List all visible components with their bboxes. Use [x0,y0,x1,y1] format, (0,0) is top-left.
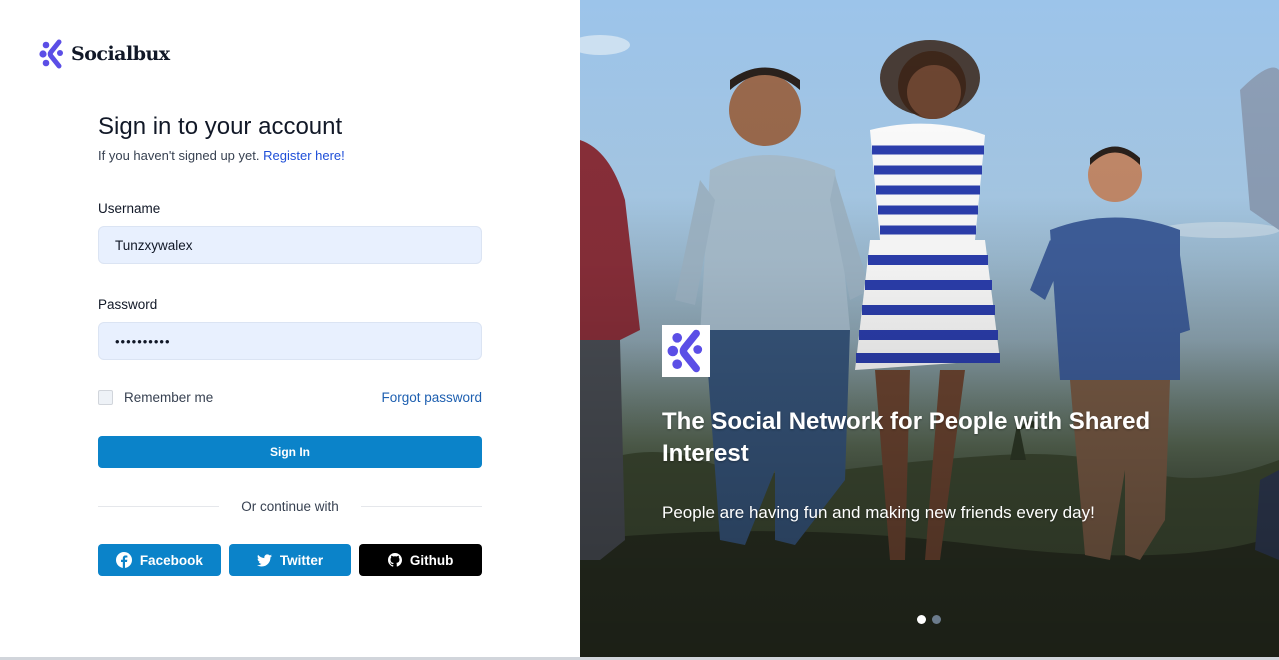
register-link[interactable]: Register here! [263,148,345,163]
social-login: Facebook Twitter Github [98,544,483,576]
brand[interactable]: Socialbux [39,39,170,69]
facebook-label: Facebook [139,552,203,568]
hero-text: People are having fun and making new fri… [662,503,1095,522]
twitter-button[interactable]: Twitter [228,544,352,576]
carousel-dot-2[interactable] [932,615,941,624]
socialbux-logo-icon [39,39,63,69]
username-label: Username [98,201,161,216]
password-field[interactable]: •••••••••• [98,322,482,360]
divider-line [98,506,220,507]
hero-logo [662,325,710,377]
hero-title: The Social Network for People with Share… [662,408,1151,467]
hero-carousel: The Social Network for People with Share… [580,0,1279,657]
remember-label: Remember me [124,390,214,405]
remember-checkbox[interactable] [98,390,113,405]
signin-form: Sign in to your account If you haven't s… [98,112,483,576]
divider-text: Or continue with [241,499,339,514]
login-panel: Socialbux Sign in to your account If you… [0,0,580,660]
carousel-dot-1[interactable] [917,615,926,624]
register-prompt: If you haven't signed up yet. Register h… [98,148,482,163]
signin-button[interactable]: Sign In [98,436,482,468]
socialbux-logo-icon [667,329,703,373]
github-icon [387,553,402,567]
divider-line [360,506,483,507]
brand-name: Socialbux [71,43,170,65]
password-label: Password [98,297,158,312]
facebook-button[interactable]: Facebook [98,544,221,576]
divider: Or continue with [98,499,483,514]
twitter-icon [256,553,272,566]
facebook-icon [115,552,132,568]
page-title: Sign in to your account [98,113,343,140]
register-prompt-text: If you haven't signed up yet. [98,148,260,163]
username-field[interactable]: Tunzxywalex [98,226,482,264]
twitter-label: Twitter [279,552,324,568]
github-button[interactable]: Github [359,544,483,576]
forgot-password-link[interactable]: Forgot password [381,390,482,405]
remember-me[interactable]: Remember me [98,390,213,405]
carousel-dots [917,615,941,624]
github-label: Github [409,552,454,568]
